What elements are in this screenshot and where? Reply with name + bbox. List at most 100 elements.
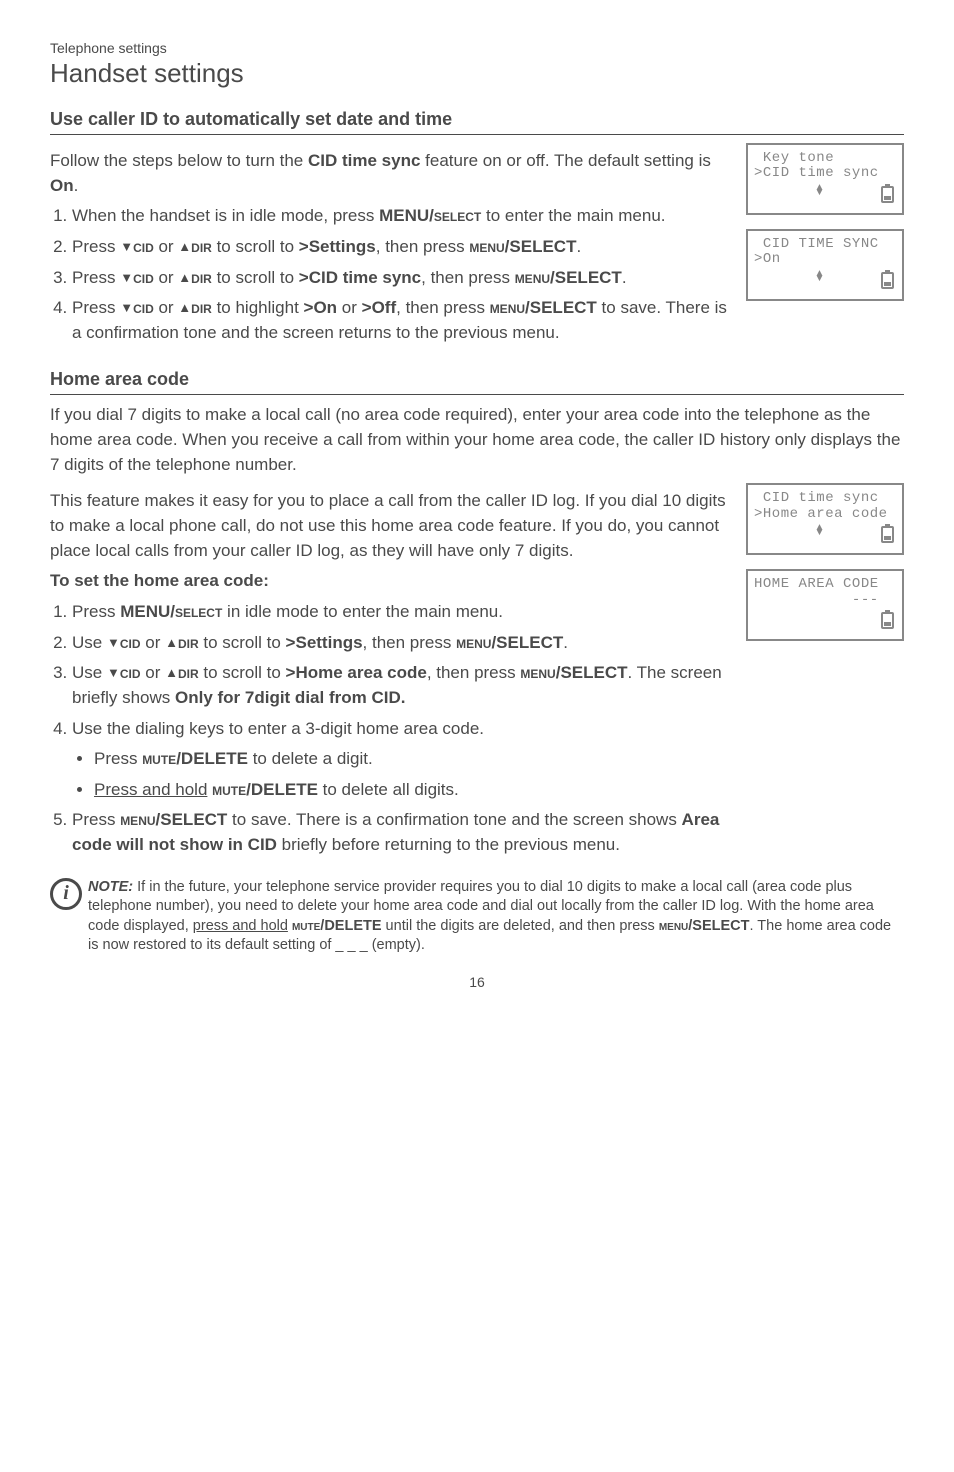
- text: .: [563, 633, 568, 652]
- paragraph: If you dial 7 digits to make a local cal…: [50, 403, 904, 477]
- text-sc: dir: [191, 237, 212, 256]
- text: .: [576, 237, 581, 256]
- text: feature on or off. The default setting i…: [420, 151, 710, 170]
- text: to scroll to: [212, 268, 299, 287]
- intro-paragraph: Follow the steps below to turn the CID t…: [50, 149, 730, 198]
- text-sc: mute: [292, 918, 320, 934]
- down-arrow-icon: ▼: [120, 238, 133, 257]
- text-sc: menu: [120, 810, 155, 829]
- text: When the handset is in idle mode, press: [72, 206, 379, 225]
- step-2b: Use ▼cid or ▲dir to scroll to >Settings,…: [72, 631, 730, 656]
- text-sc: select: [175, 602, 222, 621]
- text: or: [154, 268, 179, 287]
- down-arrow-icon: ▼: [120, 299, 133, 318]
- text-bold: /DELETE: [176, 749, 248, 768]
- text-sc: mute: [212, 780, 246, 799]
- text-bold: On: [50, 176, 74, 195]
- text-bold: >Settings: [286, 633, 363, 652]
- page-title: Handset settings: [50, 58, 904, 89]
- text-sc: menu: [515, 268, 550, 287]
- up-arrow-icon: ▲: [178, 238, 191, 257]
- text-sc: menu: [456, 633, 491, 652]
- lcd-line: CID TIME SYNC: [754, 237, 898, 252]
- text: Press: [72, 268, 120, 287]
- step-5b: Press menu/SELECT to save. There is a co…: [72, 808, 730, 857]
- note: i NOTE: If in the future, your telephone…: [50, 878, 904, 956]
- text: to enter the main menu.: [481, 206, 665, 225]
- text: or: [141, 633, 166, 652]
- text: Use: [72, 663, 107, 682]
- text-bold: MENU/: [120, 602, 175, 621]
- paragraph: This feature makes it easy for you to pl…: [50, 489, 730, 563]
- text-bold: CID time sync: [308, 151, 420, 170]
- step-3b: Use ▼cid or ▲dir to scroll to >Home area…: [72, 661, 730, 710]
- text: to scroll to: [199, 633, 286, 652]
- text: to scroll to: [199, 663, 286, 682]
- step-1: When the handset is in idle mode, press …: [72, 204, 730, 229]
- text-sc: menu: [469, 237, 504, 256]
- section-title-home-area: Home area code: [50, 369, 904, 395]
- text-sc: select: [434, 206, 481, 225]
- battery-icon: [881, 612, 894, 629]
- text-bold: /DELETE: [246, 780, 318, 799]
- text-sc: dir: [178, 633, 199, 652]
- up-arrow-icon: ▲: [178, 299, 191, 318]
- text: to scroll to: [212, 237, 299, 256]
- text-sc: dir: [191, 298, 212, 317]
- text-sc: dir: [191, 268, 212, 287]
- text-underline: Press and hold: [94, 780, 207, 799]
- text-sc: cid: [133, 298, 154, 317]
- text: Press: [72, 810, 120, 829]
- text: Press: [72, 602, 120, 621]
- text: Press: [94, 749, 142, 768]
- step-2: Press ▼cid or ▲dir to scroll to >Setting…: [72, 235, 730, 260]
- text: to highlight: [212, 298, 304, 317]
- step-3: Press ▼cid or ▲dir to scroll to >CID tim…: [72, 266, 730, 291]
- lcd-screen-2: CID TIME SYNC >On ▲▼: [746, 229, 904, 301]
- text: , then press: [396, 298, 490, 317]
- text: , then press: [376, 237, 470, 256]
- text: until the digits are deleted, and then p…: [382, 918, 659, 934]
- text-bold: /SELECT: [550, 268, 622, 287]
- text-bold: /SELECT: [156, 810, 228, 829]
- lcd-line: ---: [754, 593, 898, 608]
- text-bold: /DELETE: [320, 918, 381, 934]
- text: or: [154, 298, 179, 317]
- page-number: 16: [50, 974, 904, 990]
- text: or: [154, 237, 179, 256]
- battery-icon: [881, 186, 894, 203]
- bullet-2: Press and hold mute/DELETE to delete all…: [94, 778, 730, 803]
- breadcrumb: Telephone settings: [50, 40, 904, 56]
- updown-icon: ▲▼: [816, 272, 822, 289]
- text: .: [622, 268, 627, 287]
- text: Press: [72, 298, 120, 317]
- text-sc: cid: [120, 663, 141, 682]
- note-label: NOTE:: [88, 879, 133, 895]
- battery-icon: [881, 272, 894, 289]
- text-sc: menu: [520, 663, 555, 682]
- text-bold: >Home area code: [286, 663, 427, 682]
- up-arrow-icon: ▲: [165, 664, 178, 683]
- lcd-line: >Home area code: [754, 507, 898, 522]
- text-bold: /SELECT: [688, 918, 749, 934]
- bullet-1: Press mute/DELETE to delete a digit.: [94, 747, 730, 772]
- up-arrow-icon: ▲: [178, 269, 191, 288]
- subheading: To set the home area code:: [50, 569, 730, 594]
- text-bold: MENU/: [379, 206, 434, 225]
- text-bold: /SELECT: [525, 298, 597, 317]
- text-bold: /SELECT: [491, 633, 563, 652]
- lcd-screen-4: HOME AREA CODE ---: [746, 569, 904, 641]
- text: .: [74, 176, 79, 195]
- text-bold: >On: [304, 298, 338, 317]
- down-arrow-icon: ▼: [107, 634, 120, 653]
- text: or: [337, 298, 362, 317]
- text-bold: >CID time sync: [299, 268, 421, 287]
- updown-icon: ▲▼: [816, 186, 822, 203]
- text-sc: cid: [133, 237, 154, 256]
- text: Follow the steps below to turn the: [50, 151, 308, 170]
- text: Use the dialing keys to enter a 3-digit …: [72, 719, 484, 738]
- down-arrow-icon: ▼: [120, 269, 133, 288]
- text: briefly before returning to the previous…: [277, 835, 620, 854]
- text: , then press: [421, 268, 515, 287]
- text: , then press: [363, 633, 457, 652]
